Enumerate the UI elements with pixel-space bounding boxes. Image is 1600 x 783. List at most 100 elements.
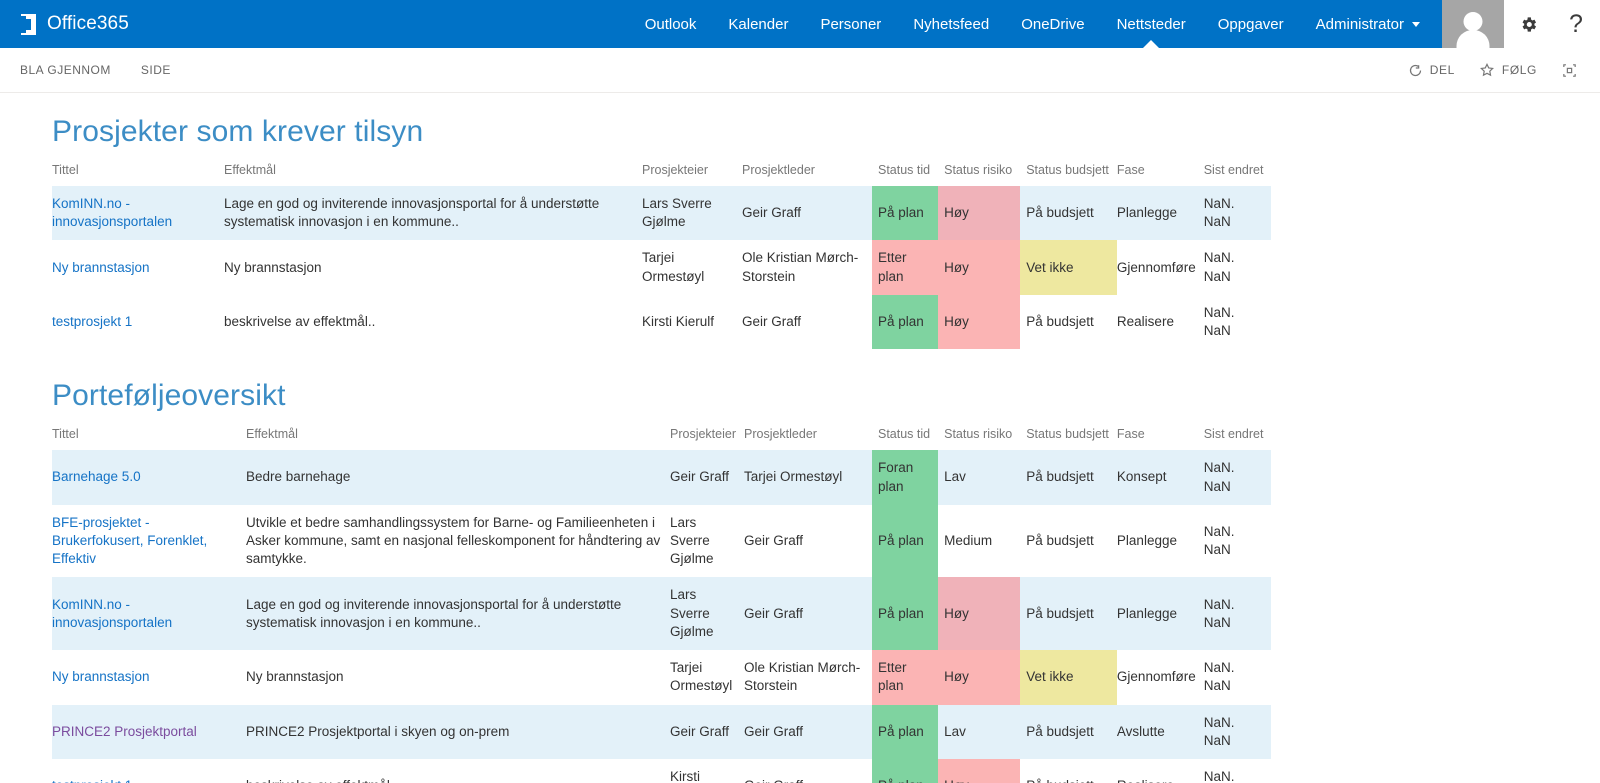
question-mark-icon[interactable]: ? <box>1559 7 1593 41</box>
table-row[interactable]: KomINN.no - innovasjonsportalen Lage en g… <box>52 577 1272 651</box>
brand-office-text: Office <box>47 13 97 34</box>
table-header-row: Tittel Effektmål Prosjekteier Prosjektleder… <box>52 427 1271 450</box>
column-header[interactable]: Status budsjett <box>1020 427 1117 450</box>
column-header[interactable]: Prosjekteier <box>670 427 744 450</box>
cell-prosjekteier: Tarjei Ormestøyl <box>642 250 705 284</box>
suite-nav-label: Personer <box>820 15 882 33</box>
cell-status-budsjett: På budsjett <box>1026 313 1094 329</box>
follow-button[interactable]: FØLG <box>1479 62 1537 78</box>
column-header[interactable]: Sist endret <box>1204 163 1272 186</box>
project-link[interactable]: testprosjekt 1 <box>52 314 132 329</box>
column-header[interactable]: Fase <box>1117 163 1204 186</box>
column-header[interactable]: Status tid <box>872 163 938 186</box>
projects-table: Tittel Effektmål Prosjekteier Prosjektleder… <box>52 163 1272 350</box>
suite-nav-onedrive[interactable]: OneDrive <box>1005 0 1100 48</box>
suite-nav-administrator[interactable]: Administrator <box>1300 0 1436 48</box>
brand-365-text: 365 <box>96 13 129 34</box>
project-link[interactable]: BFE-prosjektet - Brukerfokusert, Forenkl… <box>52 515 207 566</box>
cell-sist-endret: NaN. NaN <box>1203 660 1235 694</box>
cell-effektmal: beskrivelse av effektmål.. <box>224 313 376 329</box>
gear-icon[interactable] <box>1511 7 1545 41</box>
column-header[interactable]: Tittel <box>52 163 224 186</box>
ribbon-tab-browse[interactable]: BLA GJENNOM <box>18 59 113 81</box>
cell-tittel: Ny brannstasjon <box>52 650 246 704</box>
cell-prosjektleder: Geir Graff <box>742 313 802 329</box>
suite-nav-nettsteder[interactable]: Nettsteder <box>1101 0 1202 48</box>
cell-prosjekteier: Tarjei Ormestøyl <box>670 660 733 694</box>
project-link[interactable]: KomINN.no - innovasjonsportalen <box>52 597 172 630</box>
section-2: Porteføljeoversikt Tittel Effektmål Prosjek… <box>52 379 1600 783</box>
cell-prosjekteier: Kirsti Kierulf <box>670 768 700 783</box>
cell-prosjektleder: Ole Kristian Mørch-Storstein <box>744 660 861 694</box>
active-tab-indicator <box>1143 40 1160 48</box>
cell-fase: Planlegge <box>1116 577 1204 651</box>
cell-prosjektleder: Geir Graff <box>744 532 804 548</box>
table-row[interactable]: BFE-prosjektet - Brukerfokusert, Forenkl… <box>52 504 1271 578</box>
table-row[interactable]: Barnehage 5.0 Bedre barnehage Geir Graff Ta… <box>52 450 1272 505</box>
suite-nav-oppgaver[interactable]: Oppgaver <box>1202 0 1300 48</box>
project-link[interactable]: Barnehage 5.0 <box>52 469 141 484</box>
column-header[interactable]: Status risiko <box>938 427 1020 450</box>
cell-tittel: testprosjekt 1 <box>52 295 224 349</box>
project-link[interactable]: Ny brannstasjon <box>52 260 150 275</box>
cell-effektmal: Bedre barnehage <box>246 450 670 505</box>
ribbon-bar: BLA GJENNOM SIDE DEL FØLG <box>0 48 1600 93</box>
suite-nav-label: Nyhetsfeed <box>913 15 990 33</box>
column-header[interactable]: Status budsjett <box>1020 163 1117 186</box>
focus-on-content-button[interactable] <box>1561 62 1578 79</box>
suite-nav-personer[interactable]: Personer <box>804 0 897 48</box>
cell-status-risiko: Høy <box>938 186 1021 241</box>
suite-nav-label: Outlook <box>644 15 697 33</box>
cell-status-tid: På plan <box>872 577 939 651</box>
cell-status-tid: Foran plan <box>872 450 939 505</box>
page-content: Prosjekter som krever tilsyn Tittel Effekt… <box>0 93 1600 783</box>
column-header[interactable]: Status risiko <box>938 163 1020 186</box>
column-header[interactable]: Sist endret <box>1204 427 1272 450</box>
project-link[interactable]: testprosjekt 1 <box>52 778 132 783</box>
cell-status-budsjett: På budsjett <box>1020 759 1117 783</box>
cell-status-risiko: Lav <box>938 450 1021 505</box>
user-avatar[interactable] <box>1442 0 1504 50</box>
user-avatar-icon <box>1452 10 1494 50</box>
office365-brand[interactable]: Office365 <box>0 0 143 48</box>
cell-prosjekteier: Lars Sverre Gjølme <box>642 186 742 241</box>
table-row[interactable]: PRINCE2 Prosjektportal PRINCE2 Prosjektpo… <box>52 704 1272 759</box>
cell-effektmal: beskrivelse av effektmål.. <box>246 759 670 783</box>
cell-prosjektleder: Geir Graff <box>744 759 872 783</box>
suite-nav-outlook[interactable]: Outlook <box>629 0 713 48</box>
cell-sist-endret: NaN. NaN <box>1203 523 1235 558</box>
table-row[interactable]: Ny brannstasjon Ny brannstasjon Tarjei Orm… <box>52 240 1271 295</box>
suite-nav-label: OneDrive <box>1021 15 1085 33</box>
cell-status-budsjett: På budsjett <box>1020 577 1117 651</box>
cell-status-tid: På plan <box>872 704 939 759</box>
table-row[interactable]: testprosjekt 1 beskrivelse av effektmål..… <box>52 294 1271 350</box>
table-row[interactable]: testprosjekt 1 beskrivelse av effektmål..… <box>52 758 1271 783</box>
column-header[interactable]: Effektmål <box>246 427 670 450</box>
star-icon <box>1479 62 1495 78</box>
project-link[interactable]: KomINN.no - innovasjonsportalen <box>52 196 172 229</box>
suite-nav-label: Kalender <box>728 15 789 33</box>
cell-status-tid: På plan <box>872 504 939 578</box>
table-row[interactable]: Ny brannstasjon Ny brannstasjon Tarjei Orm… <box>52 650 1271 705</box>
cell-status-tid: Etter plan <box>872 650 939 705</box>
project-link[interactable]: PRINCE2 Prosjektportal <box>52 724 197 739</box>
cell-effektmal: Ny brannstasjon <box>246 669 344 685</box>
cell-status-budsjett: Vet ikke <box>1020 650 1117 705</box>
suite-nav-nyhetsfeed[interactable]: Nyhetsfeed <box>897 0 1005 48</box>
column-header[interactable]: Status tid <box>872 427 938 450</box>
cell-sist-endret: NaN. NaN <box>1203 704 1272 759</box>
ribbon-tab-page[interactable]: SIDE <box>139 59 173 81</box>
cell-prosjekteier: Geir Graff <box>670 704 744 759</box>
column-header[interactable]: Effektmål <box>224 163 642 186</box>
suite-nav-kalender[interactable]: Kalender <box>712 0 804 48</box>
column-header[interactable]: Prosjekteier <box>642 163 742 186</box>
column-header[interactable]: Prosjektleder <box>744 427 872 450</box>
column-header[interactable]: Prosjektleder <box>742 163 872 186</box>
table-row[interactable]: KomINN.no - innovasjonsportalen Lage en g… <box>52 186 1272 241</box>
column-header[interactable]: Tittel <box>52 427 246 450</box>
project-link[interactable]: Ny brannstasjon <box>52 669 150 684</box>
cell-fase: Realisere <box>1117 759 1204 783</box>
share-button[interactable]: DEL <box>1408 63 1455 78</box>
column-header[interactable]: Fase <box>1117 427 1204 450</box>
cell-status-budsjett: Vet ikke <box>1020 240 1117 295</box>
